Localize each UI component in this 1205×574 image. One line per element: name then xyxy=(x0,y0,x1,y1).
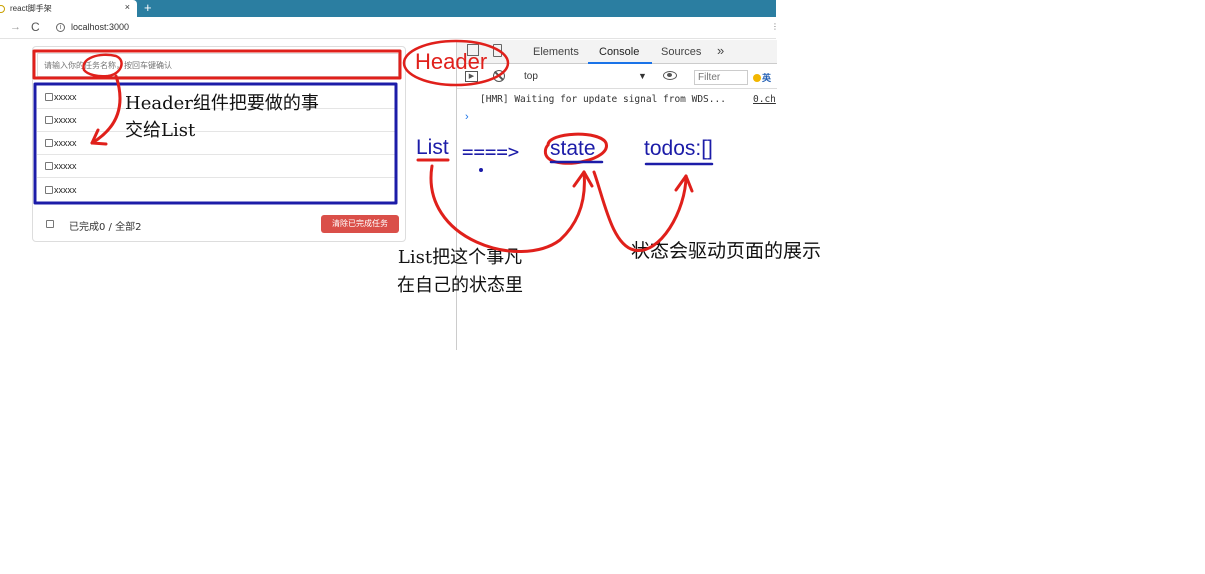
context-selector[interactable]: top xyxy=(524,71,538,82)
todo-label: xxxxx xyxy=(54,138,77,148)
browser-tab-bar: react脚手架 × + xyxy=(0,0,776,17)
annotation-header-label: Header xyxy=(415,49,488,74)
annotation-list-label: List xyxy=(416,136,449,159)
todo-checkbox[interactable] xyxy=(45,185,53,194)
todo-label: xxxxx xyxy=(54,92,77,102)
react-favicon-icon xyxy=(0,4,5,13)
annotation-list-note: List把这个事凡 在自己的状态里 xyxy=(397,244,523,300)
todo-checkbox[interactable] xyxy=(45,93,53,101)
console-log-message: [HMR] Waiting for update signal from WDS… xyxy=(480,94,726,105)
list-item[interactable]: xxxxx xyxy=(37,155,395,178)
tab-sources[interactable]: Sources xyxy=(661,46,701,58)
todo-label: xxxxx xyxy=(54,161,77,171)
select-all-checkbox[interactable] xyxy=(46,220,54,228)
device-toolbar-icon[interactable] xyxy=(493,44,502,57)
tab-elements[interactable]: Elements xyxy=(533,46,579,58)
browser-menu-icon[interactable]: ⋮ xyxy=(771,22,779,31)
annotation-list-note-line: List把这个事凡 xyxy=(397,247,523,268)
active-tab-indicator xyxy=(588,62,652,64)
annotation-header-note-line: 交给List xyxy=(125,120,196,141)
devtools-tab-bar: Elements Console Sources » xyxy=(457,40,777,64)
address-bar: → C i localhost:3000 ⋮ xyxy=(0,17,779,39)
new-tab-button[interactable]: + xyxy=(144,0,152,17)
clear-completed-button[interactable]: 清除已完成任务 xyxy=(321,215,399,233)
console-toolbar: ▶ top ▼ 英 xyxy=(457,65,777,89)
todo-checkbox[interactable] xyxy=(45,139,53,147)
annotation-list-note-line: 在自己的状态里 xyxy=(397,275,523,296)
annotation-header-note-line: Header组件把要做的事 xyxy=(125,93,319,114)
tab-title: react脚手架 xyxy=(10,4,52,13)
reload-icon[interactable]: C xyxy=(31,20,40,34)
todo-label: xxxxx xyxy=(54,184,77,195)
close-tab-icon[interactable]: × xyxy=(125,2,130,12)
tab-console[interactable]: Console xyxy=(599,46,639,58)
list-item[interactable]: xxxxx xyxy=(37,178,395,201)
console-log-source-link[interactable]: 0.ch xyxy=(753,94,776,105)
ime-label: 英 xyxy=(762,73,772,83)
task-input[interactable] xyxy=(37,53,399,77)
browser-tab[interactable]: react脚手架 × xyxy=(0,0,137,17)
annotation-state-note: 状态会驱动页面的展示 xyxy=(631,240,822,262)
annotation-flow-arrow: ====> xyxy=(462,141,520,163)
todo-label: xxxxx xyxy=(54,115,77,125)
completion-status: 已完成0 / 全部2 xyxy=(69,222,142,233)
todo-checkbox[interactable] xyxy=(45,116,53,124)
annotation-state-label: state xyxy=(550,137,596,160)
url-field[interactable]: localhost:3000 xyxy=(71,22,129,32)
more-tabs-icon[interactable]: » xyxy=(717,43,724,58)
context-dropdown-icon[interactable]: ▼ xyxy=(638,71,647,81)
live-expression-eye-icon[interactable] xyxy=(663,71,677,80)
console-prompt[interactable]: › xyxy=(465,111,469,123)
annotation-header-note: Header组件把要做的事 交给List xyxy=(125,90,319,144)
ime-logo-icon xyxy=(753,74,761,82)
todo-checkbox[interactable] xyxy=(45,162,53,170)
annotation-todos-label: todos:[] xyxy=(644,137,713,160)
site-info-icon[interactable]: i xyxy=(56,23,65,32)
console-filter-input[interactable] xyxy=(694,70,748,85)
ime-indicator: 英 xyxy=(753,71,771,84)
forward-arrow-icon[interactable]: → xyxy=(10,21,21,33)
devtools-panel: Elements Console Sources » ▶ top ▼ 英 [HM… xyxy=(456,40,777,350)
clear-console-icon[interactable] xyxy=(493,70,505,82)
